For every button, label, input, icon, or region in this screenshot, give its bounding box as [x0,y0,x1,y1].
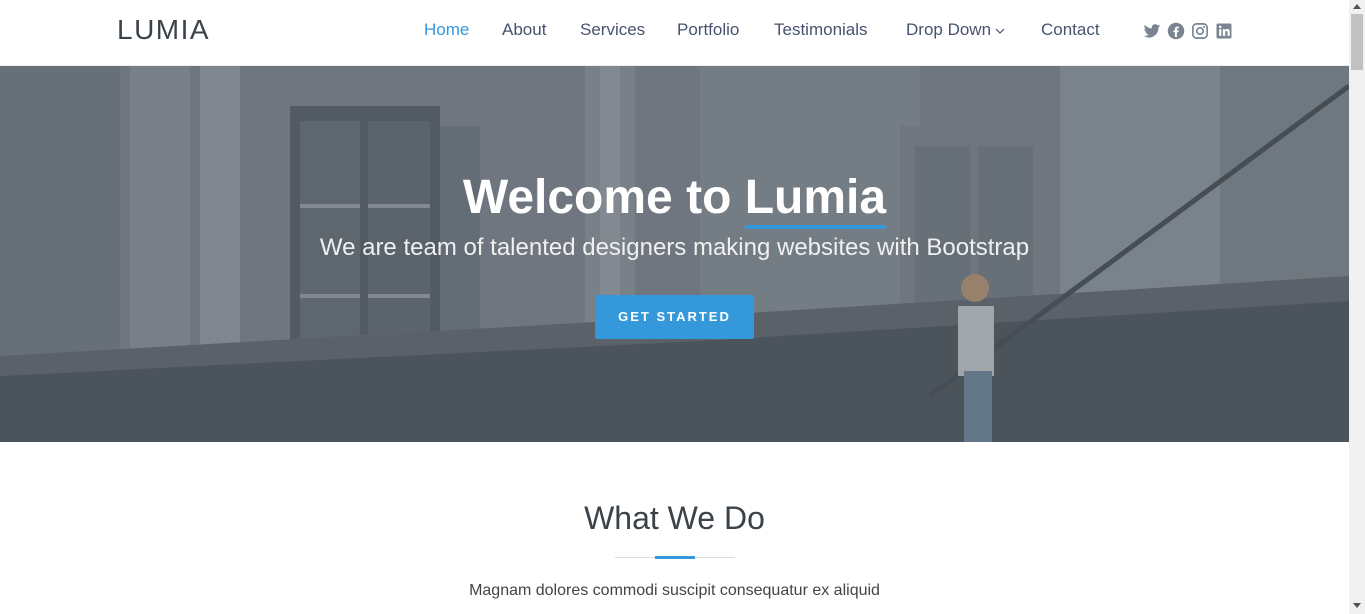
hero-title: Welcome to Lumia [0,170,1349,229]
hero-subtitle: We are team of talented designers making… [319,234,1030,261]
twitter-icon[interactable] [1143,22,1161,40]
hero-title-brand: Lumia [744,171,887,229]
nav-about[interactable]: About [502,20,546,40]
scroll-thumb[interactable] [1351,14,1363,70]
nav-dropdown-label: Drop Down [906,20,992,39]
hero-section: Welcome to Lumia We are team of talented… [0,66,1349,442]
site-header: LUMIA Home About Services Portfolio Test… [0,0,1349,66]
instagram-icon[interactable] [1191,22,1209,40]
facebook-icon[interactable] [1167,22,1185,40]
nav-portfolio[interactable]: Portfolio [677,20,739,40]
site-logo[interactable]: LUMIA [117,14,210,46]
scroll-up-arrow-icon[interactable] [1353,4,1361,9]
page-scrollbar[interactable] [1349,0,1365,614]
hero-title-prefix: Welcome to [462,171,745,224]
chevron-down-icon [995,28,1005,34]
nav-dropdown[interactable]: Drop Down [906,20,1005,40]
nav-testimonials[interactable]: Testimonials [774,20,868,40]
nav-contact[interactable]: Contact [1041,20,1100,40]
section-title: What We Do [584,500,765,536]
linkedin-icon[interactable] [1215,22,1233,40]
title-divider-accent [655,556,695,559]
nav-services[interactable]: Services [580,20,645,40]
get-started-button[interactable]: GET STARTED [595,295,754,339]
scroll-down-arrow-icon[interactable] [1353,603,1361,608]
nav-home[interactable]: Home [424,20,469,40]
section-description: Magnam dolores commodi suscipit consequa… [469,582,880,599]
